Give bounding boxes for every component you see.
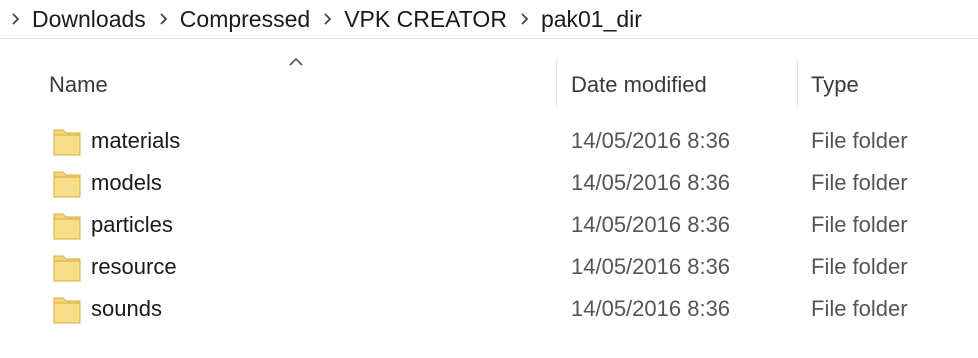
breadcrumb-chevron-icon[interactable] [154, 0, 174, 38]
file-name: particles [91, 212, 173, 237]
column-divider[interactable] [556, 59, 557, 107]
file-row[interactable]: resource 14/05/2016 8:36 File folder [0, 246, 978, 288]
breadcrumb-item-vpk-creator[interactable]: VPK CREATOR [338, 0, 515, 38]
folder-icon [53, 252, 81, 282]
address-bar[interactable]: Downloads Compressed VPK CREATOR pak01_d… [0, 0, 978, 39]
file-date-modified: 14/05/2016 8:36 [571, 128, 731, 153]
breadcrumb-chevron-icon[interactable] [515, 0, 535, 38]
file-row[interactable]: models 14/05/2016 8:36 File folder [0, 162, 978, 204]
column-header-name[interactable]: Name [49, 67, 108, 103]
breadcrumb-item-compressed[interactable]: Compressed [174, 0, 318, 38]
file-list-view: Name Date modified Type materials 14/05/… [0, 39, 978, 358]
file-row[interactable]: materials 14/05/2016 8:36 File folder [0, 120, 978, 162]
file-date-modified: 14/05/2016 8:36 [571, 254, 731, 279]
folder-icon [53, 168, 81, 198]
file-type: File folder [811, 254, 908, 279]
column-divider[interactable] [797, 59, 798, 107]
file-date-modified: 14/05/2016 8:36 [571, 296, 731, 321]
breadcrumb-chevron-icon[interactable] [318, 0, 338, 38]
file-row[interactable]: sounds 14/05/2016 8:36 File folder [0, 288, 978, 330]
folder-icon [53, 126, 81, 156]
file-name: resource [91, 254, 177, 279]
breadcrumb-chevron-icon[interactable] [6, 0, 26, 38]
folder-icon [53, 210, 81, 240]
file-row[interactable]: particles 14/05/2016 8:36 File folder [0, 204, 978, 246]
folder-icon [53, 294, 81, 324]
file-type: File folder [811, 296, 908, 321]
file-date-modified: 14/05/2016 8:36 [571, 170, 731, 195]
file-date-modified: 14/05/2016 8:36 [571, 212, 731, 237]
breadcrumb-item-pak01-dir[interactable]: pak01_dir [535, 0, 650, 38]
file-type: File folder [811, 170, 908, 195]
file-name: sounds [91, 296, 162, 321]
breadcrumb-item-downloads[interactable]: Downloads [26, 0, 154, 38]
file-name: models [91, 170, 162, 195]
chevron-up-icon [286, 55, 306, 67]
file-name: materials [91, 128, 181, 153]
column-header-date-modified[interactable]: Date modified [571, 67, 707, 103]
column-header-type[interactable]: Type [811, 67, 859, 103]
file-type: File folder [811, 212, 908, 237]
file-type: File folder [811, 128, 908, 153]
